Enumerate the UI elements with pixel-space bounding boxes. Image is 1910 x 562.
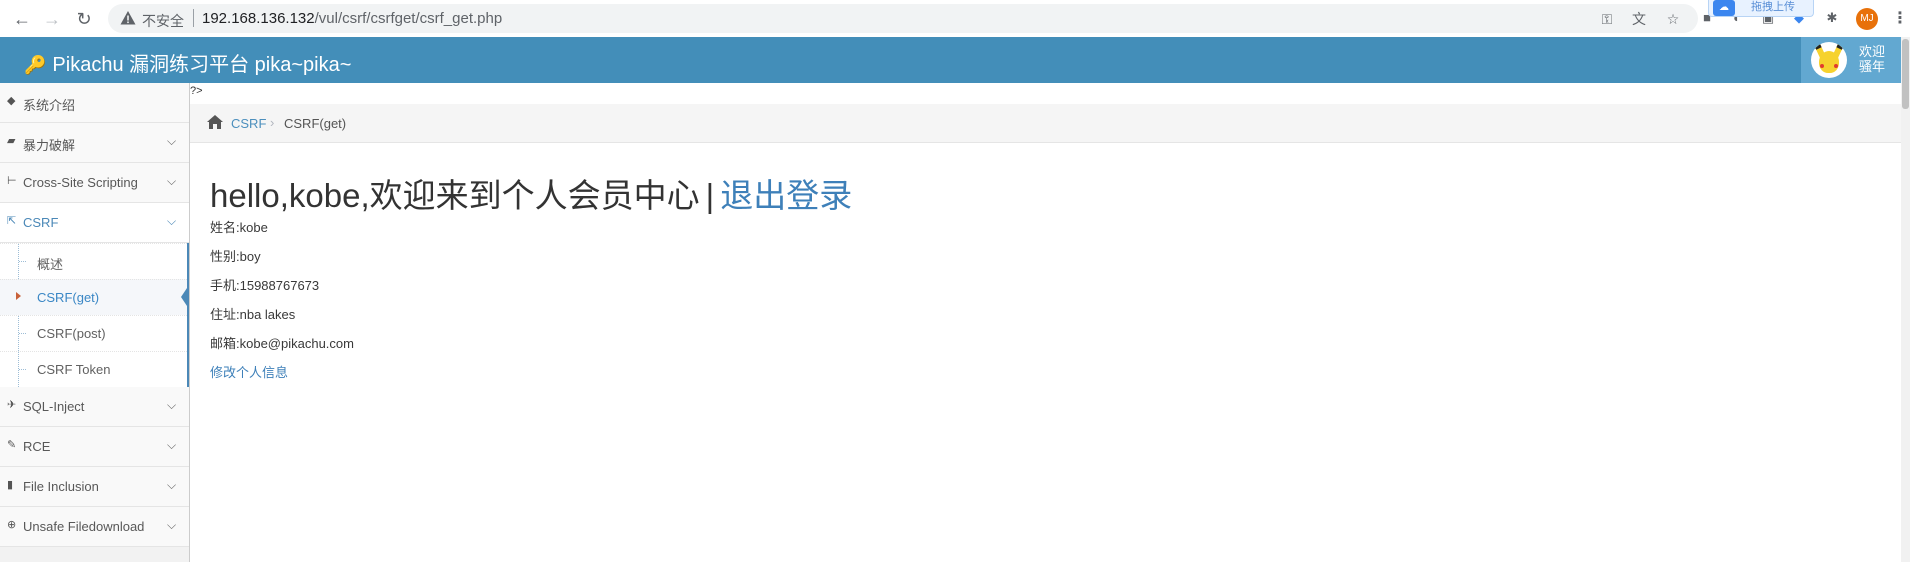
stray-php-tag: ?>	[190, 85, 203, 97]
breadcrumb: CSRF › CSRF(get)	[190, 104, 1901, 143]
chevron-down-icon: ⌵	[167, 438, 177, 452]
home-icon[interactable]	[207, 115, 223, 129]
sidebar-item-brute-force[interactable]: ▰ 暴力破解 ⌵	[0, 123, 189, 163]
profile-avatar[interactable]: MJ	[1856, 8, 1878, 30]
sidebar-item-sql-inject[interactable]: ✈ SQL-Inject ⌵	[0, 387, 189, 427]
sidebar-item-label: RCE	[23, 439, 51, 454]
sidebar-item-label: Unsafe Filedownload	[23, 519, 145, 534]
profile-name: 姓名:kobe	[210, 220, 268, 235]
plane-icon: ✈	[7, 399, 17, 411]
csrf-submenu: 概述 CSRF(get) CSRF(post) CSRF Token	[0, 243, 189, 388]
puzzle-icon[interactable]: ✱	[1823, 9, 1841, 27]
sidebar-item-unsafe-filedownload[interactable]: ⊕ Unsafe Filedownload ⌵	[0, 507, 189, 547]
caret-right-icon	[16, 292, 21, 300]
breadcrumb-separator-icon: ›	[270, 115, 275, 130]
sidebar-item-file-inclusion[interactable]: ▮ File Inclusion ⌵	[0, 467, 189, 507]
submenu-item-csrf-token[interactable]: CSRF Token	[0, 351, 189, 387]
avatar	[1811, 42, 1847, 78]
address-bar[interactable]: 不安全 192.168.136.132/vul/csrf/csrfget/csr…	[108, 4, 1698, 33]
back-icon[interactable]: ←	[10, 7, 34, 31]
profile-address: 住址:nba lakes	[210, 307, 296, 322]
brand[interactable]: 🔑 Pikachu 漏洞练习平台 pika~pika~	[24, 48, 351, 77]
forward-icon[interactable]: →	[40, 7, 64, 31]
cloud-icon: ☁	[1713, 0, 1735, 16]
key-icon[interactable]: ⚿	[1598, 10, 1616, 28]
upload-label: 拖拽上传	[1751, 1, 1795, 13]
sidebar-item-label: SQL-Inject	[23, 399, 85, 414]
warning-icon	[120, 11, 136, 25]
file-icon: ▮	[7, 479, 14, 491]
greeting-text: hello,kobe,欢迎来到个人会员中心	[210, 177, 700, 214]
reload-icon[interactable]: ↻	[72, 7, 96, 31]
chevron-down-icon: ⌵	[167, 134, 177, 148]
breadcrumb-current: CSRF(get)	[284, 116, 347, 131]
chevron-down-icon: ⌵	[167, 518, 177, 532]
chevron-down-icon: ⌵	[167, 214, 177, 228]
translate-icon[interactable]: 文	[1630, 10, 1648, 28]
sidebar-item-label: 暴力破解	[23, 138, 76, 153]
browser-toolbar: ← → ↻ 不安全 192.168.136.132/vul/csrf/csrfg…	[0, 0, 1910, 38]
key-icon: 🔑	[24, 55, 47, 75]
upload-widget[interactable]: ☁ 拖拽上传	[1708, 0, 1814, 17]
star-icon[interactable]: ☆	[1664, 10, 1682, 28]
sidebar-item-label: Cross-Site Scripting	[23, 175, 138, 190]
page-title: hello,kobe,欢迎来到个人会员中心 | 退出登录	[210, 169, 852, 217]
omnibox-separator	[193, 9, 194, 27]
edit-profile-link[interactable]: 修改个人信息	[210, 362, 288, 381]
url-text[interactable]: 192.168.136.132/vul/csrf/csrfget/csrf_ge…	[202, 10, 502, 27]
sidebar-item-intro[interactable]: ◆ 系统介绍	[0, 83, 189, 123]
profile-phone: 手机:15988767673	[210, 278, 320, 293]
app-header: 🔑 Pikachu 漏洞练习平台 pika~pika~ 欢迎 骚年	[0, 37, 1901, 83]
share-icon: ⇱	[7, 215, 17, 227]
profile-gender: 性别:boy	[210, 249, 261, 264]
page-scrollbar[interactable]	[1901, 37, 1910, 562]
sitemap-icon: ⊢	[7, 175, 17, 187]
welcome-text: 欢迎 骚年	[1859, 44, 1886, 74]
sidebar-item-xss[interactable]: ⊢ Cross-Site Scripting ⌵	[0, 163, 189, 203]
user-menu[interactable]: 欢迎 骚年	[1801, 37, 1901, 83]
submenu-item-csrf-post[interactable]: CSRF(post)	[0, 315, 189, 351]
breadcrumb-link-csrf[interactable]: CSRF	[231, 116, 266, 131]
security-label: 不安全	[142, 13, 184, 29]
active-section-bar	[187, 243, 189, 387]
logout-link[interactable]: 退出登录	[720, 177, 852, 214]
submenu-item-label: CSRF(post)	[37, 326, 106, 341]
chevron-down-icon: ⌵	[167, 174, 177, 188]
title-separator: |	[705, 177, 715, 214]
chevron-down-icon: ⌵	[167, 398, 177, 412]
submenu-item-label: 概述	[37, 257, 64, 272]
profile-email: 邮箱:kobe@pikachu.com	[210, 336, 354, 351]
tag-icon: ◆	[7, 95, 16, 107]
submenu-item-overview[interactable]: 概述	[0, 243, 189, 279]
download-icon: ⊕	[7, 519, 17, 531]
sidebar-item-rce[interactable]: ✎ RCE ⌵	[0, 427, 189, 467]
sidebar-item-csrf[interactable]: ⇱ CSRF ⌵	[0, 203, 189, 243]
sidebar-item-label: CSRF	[23, 215, 59, 230]
brand-title: Pikachu 漏洞练习平台 pika~pika~	[52, 54, 352, 76]
pencil-icon: ✎	[7, 439, 17, 451]
sidebar: ◆ 系统介绍 ▰ 暴力破解 ⌵ ⊢ Cross-Site Scripting ⌵…	[0, 83, 190, 562]
sidebar-item-label: 系统介绍	[23, 98, 76, 113]
chevron-down-icon: ⌵	[167, 478, 177, 492]
sidebar-item-label: File Inclusion	[23, 479, 99, 494]
submenu-item-label: CSRF(get)	[37, 290, 100, 305]
menu-icon[interactable]: ⋮	[1892, 8, 1908, 28]
lock-icon: ▰	[7, 135, 16, 147]
submenu-item-label: CSRF Token	[37, 362, 111, 377]
submenu-item-csrf-get[interactable]: CSRF(get)	[0, 279, 189, 315]
